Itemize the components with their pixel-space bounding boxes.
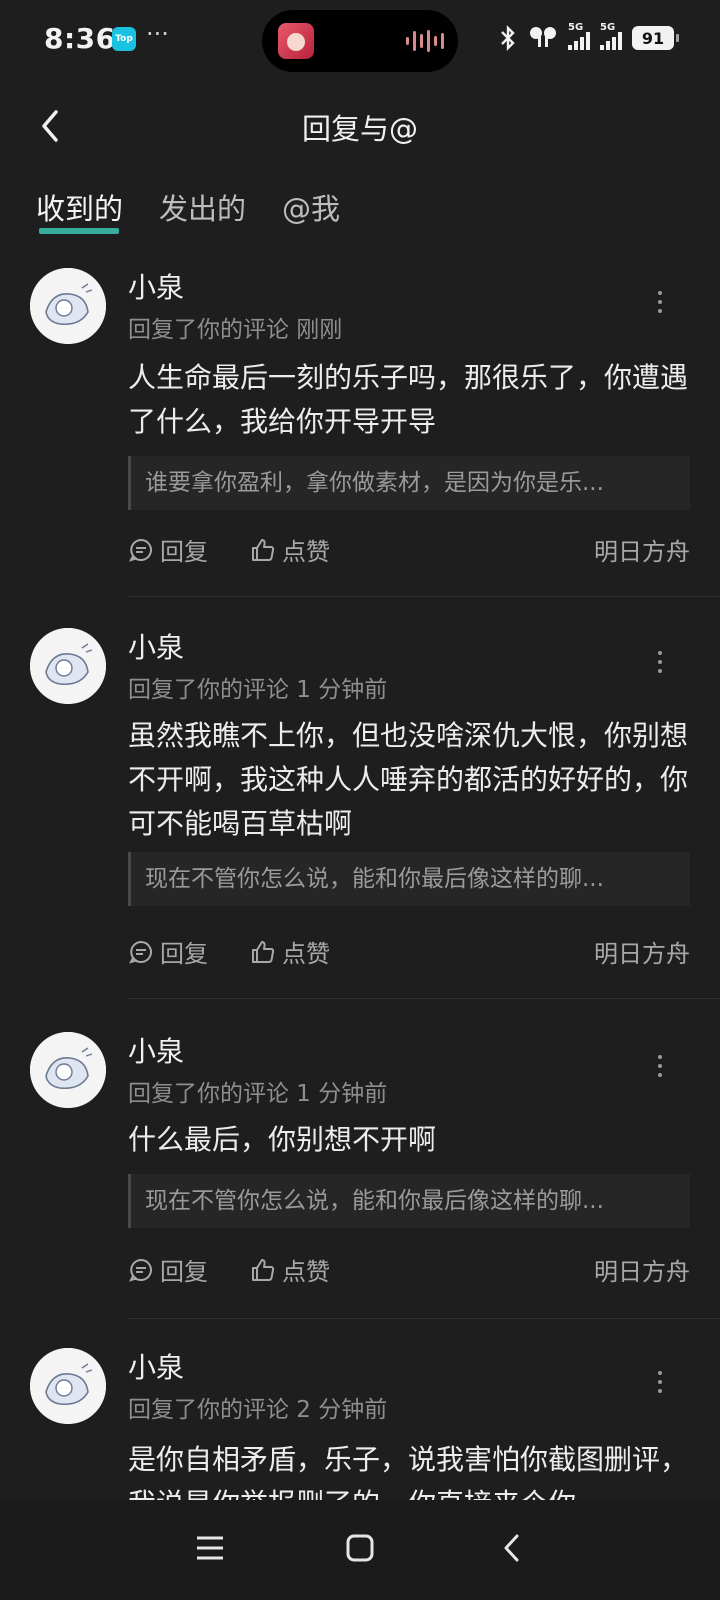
more-options-button[interactable] [648,1362,672,1402]
system-nav-bar [0,1500,720,1600]
user-name[interactable]: 小泉 [128,1030,184,1070]
comment-icon [129,1258,152,1282]
reply-content: 人生命最后一刻的乐子吗，那很乐了，你遭遇了什么，我给你开导开导 [128,361,689,438]
quoted-comment[interactable]: 现在不管你怎么说，能和你最后像这样的聊... [128,852,690,906]
earbuds-icon [530,27,556,47]
comment-icon [129,940,152,964]
avatar-sketch-icon [30,1348,106,1424]
action-row: 回复 点赞 明日方舟 [128,532,690,568]
menu-icon [197,1536,223,1560]
status-icons: 5G 5G 91 [498,22,679,52]
list-item[interactable]: 小泉 回复了你的评论 1 分钟前 虽然我瞧不上你，但也没啥深仇大恨，你别想不开啊… [0,620,720,1016]
bluetooth-icon [501,25,515,51]
list-item[interactable]: 小泉 回复了你的评论 刚刚 人生命最后一刻的乐子吗，那很乐了，你遭遇了什么，我给… [0,260,720,597]
like-label: 点赞 [282,1258,330,1286]
audio-wave-icon [406,30,444,52]
avatar[interactable] [30,268,106,344]
signal-tag: 5G [568,22,584,33]
reply-content: 是你自相矛盾，乐子，说我害怕你截图删评，我说是你举报删了的，你直接来个你 [128,1443,689,1500]
signal-tag: 5G [600,22,616,33]
list-item[interactable]: 小泉 回复了你的评论 2 分钟前 是你自相矛盾，乐子，说我害怕你截图删评，我说是… [0,1340,720,1500]
divider [128,596,720,597]
header: 回复与@ [0,92,720,162]
system-back-button[interactable] [490,1526,534,1570]
reply-button[interactable]: 回复 [128,934,208,969]
avatar[interactable] [30,1348,106,1424]
reply-label: 回复 [160,538,208,566]
signal-5g-icon-2: 5G [600,22,622,50]
source-label[interactable]: 明日方舟 [594,1252,690,1287]
divider [128,1318,720,1319]
reply-meta: 回复了你的评论 1 分钟前 [128,677,388,703]
avatar-sketch-icon [30,1032,106,1108]
recent-apps-button[interactable] [188,1526,232,1570]
home-button[interactable] [338,1526,382,1570]
avatar-sketch-icon [30,268,106,344]
more-options-button[interactable] [648,1046,672,1086]
thumbs-up-icon [252,940,275,963]
thumbs-up-icon [252,1258,275,1281]
reply-meta: 回复了你的评论 1 分钟前 [128,1081,388,1107]
thumbs-up-icon [252,538,275,561]
status-time: 8:36 [44,22,116,55]
source-label[interactable]: 明日方舟 [594,532,690,567]
top-app-icon: Top [112,27,136,51]
square-icon [346,1534,374,1562]
reply-label: 回复 [160,1258,208,1286]
action-row: 回复 点赞 明日方舟 [128,1252,690,1288]
list-item[interactable]: 小泉 回复了你的评论 1 分钟前 什么最后，你别想不开啊 现在不管你怎么说，能和… [0,1024,720,1340]
battery-indicator: 91 [632,26,679,50]
tab-mentions[interactable]: @我 [282,186,340,234]
tab-received[interactable]: 收到的 [36,186,123,234]
chevron-left-icon [504,1534,519,1562]
source-label[interactable]: 明日方舟 [594,934,690,969]
comment-icon [129,538,152,562]
like-label: 点赞 [282,538,330,566]
notification-more-icon: ··· [146,20,169,48]
reply-meta: 回复了你的评论 刚刚 [128,317,343,343]
reply-button[interactable]: 回复 [128,1252,208,1287]
avatar-sketch-icon [30,628,106,704]
reply-label: 回复 [160,940,208,968]
tab-sent[interactable]: 发出的 [159,186,246,234]
user-name[interactable]: 小泉 [128,1346,184,1386]
page-title: 回复与@ [301,112,418,146]
reply-meta: 回复了你的评论 2 分钟前 [128,1397,388,1423]
signal-5g-icon-1: 5G [568,22,590,50]
divider [128,998,720,999]
more-options-button[interactable] [648,642,672,682]
reply-content: 虽然我瞧不上你，但也没啥深仇大恨，你别想不开啊，我这种人人唾弃的都活的好好的，你… [128,719,689,840]
quoted-comment[interactable]: 谁要拿你盈利，拿你做素材，是因为你是乐... [128,456,690,510]
like-button[interactable]: 点赞 [250,934,330,969]
tab-label: 发出的 [159,192,247,226]
tab-label: 收到的 [36,192,124,226]
dynamic-island[interactable] [262,10,458,72]
tab-label: @我 [282,192,341,226]
action-row: 回复 点赞 明日方舟 [128,934,690,970]
tab-active-indicator [39,228,120,234]
tab-bar: 收到的 发出的 @我 [36,186,340,234]
like-button[interactable]: 点赞 [250,1252,330,1287]
avatar[interactable] [30,628,106,704]
like-button[interactable]: 点赞 [250,532,330,567]
status-bar: 8:36 Top ··· 5G 5G 91 [0,0,720,80]
reply-content: 什么最后，你别想不开啊 [128,1123,437,1156]
like-label: 点赞 [282,940,330,968]
user-name[interactable]: 小泉 [128,266,184,306]
more-options-button[interactable] [648,282,672,322]
avatar[interactable] [30,1032,106,1108]
now-playing-avatar [278,23,314,59]
quoted-comment[interactable]: 现在不管你怎么说，能和你最后像这样的聊... [128,1174,690,1228]
user-name[interactable]: 小泉 [128,626,184,666]
reply-button[interactable]: 回复 [128,532,208,567]
